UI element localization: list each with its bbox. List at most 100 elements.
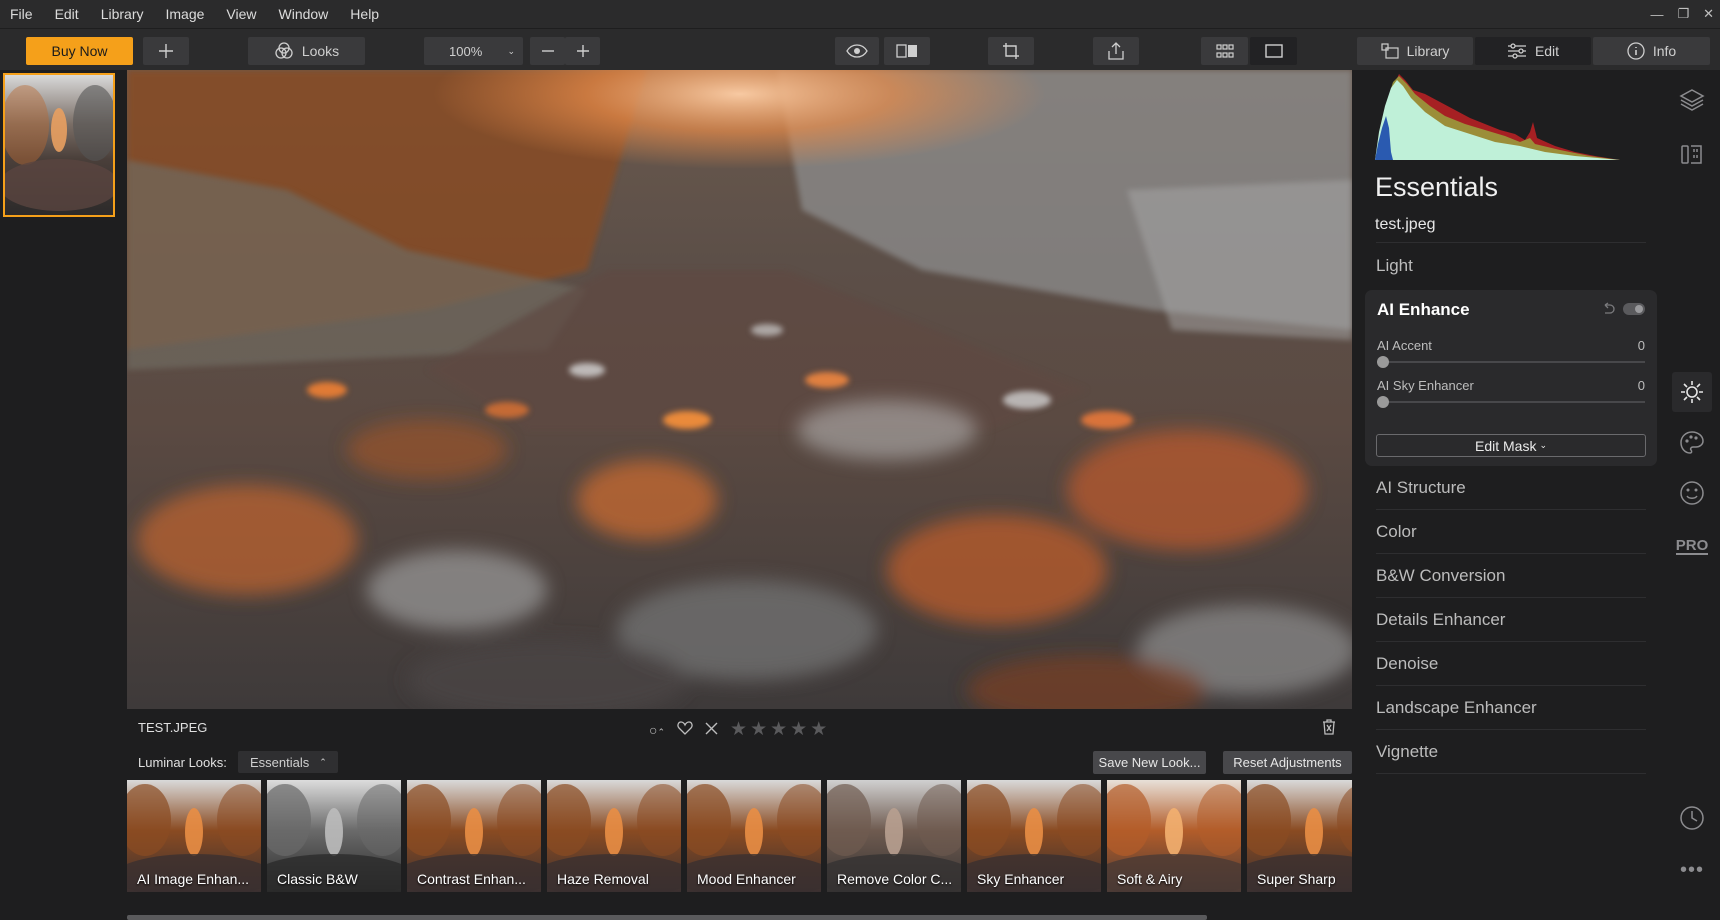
ai-enhance-title[interactable]: AI Enhance (1377, 300, 1470, 320)
looks-scrollbar[interactable] (127, 915, 1207, 920)
minus-icon (541, 50, 554, 52)
photo-canvas[interactable] (127, 70, 1352, 709)
star-icon[interactable]: ★ (810, 718, 827, 741)
preview-button[interactable] (835, 37, 879, 65)
plus-icon (159, 44, 173, 58)
looks-category-value: Essentials (250, 754, 310, 770)
tool-column: PRO ••• (1663, 70, 1720, 920)
look-name: Classic B&W (277, 871, 358, 887)
slider-label-ai-sky-enhancer: AI Sky Enhancer (1377, 378, 1474, 393)
section-landscape-enhancer[interactable]: Landscape Enhancer (1376, 686, 1646, 730)
menu-image[interactable]: Image (154, 6, 215, 22)
share-button[interactable] (1093, 37, 1139, 65)
look-name: Haze Removal (557, 871, 649, 887)
slider-ai-sky-enhancer[interactable] (1377, 401, 1645, 403)
slider-label-ai-accent: AI Accent (1377, 338, 1432, 353)
look-thumbnail[interactable]: Contrast Enhan... (407, 780, 541, 892)
toggle-switch[interactable] (1623, 303, 1645, 315)
look-thumbnail[interactable]: AI Image Enhan... (127, 780, 261, 892)
looks-bar-label: Luminar Looks: (138, 755, 227, 770)
star-icon[interactable]: ★ (730, 718, 747, 741)
plus-icon (576, 45, 589, 57)
compare-icon (896, 44, 917, 58)
history-tool[interactable] (1672, 798, 1712, 838)
save-new-look-button[interactable]: Save New Look... (1093, 751, 1206, 774)
essentials-tool[interactable] (1672, 372, 1712, 412)
pro-tool[interactable]: PRO (1672, 527, 1712, 567)
menu-edit[interactable]: Edit (44, 6, 90, 22)
restore-icon[interactable]: ❐ (1677, 6, 1689, 22)
star-icon[interactable]: ★ (790, 718, 807, 741)
layers-tool[interactable] (1672, 80, 1712, 120)
heart-icon[interactable] (677, 721, 693, 738)
reset-adjustments-button[interactable]: Reset Adjustments (1223, 751, 1352, 774)
color-label-icon[interactable]: ○⌃ (649, 722, 665, 738)
slider-knob-ai-sky-enhancer[interactable] (1377, 396, 1389, 408)
look-thumbnail[interactable]: Remove Color C... (827, 780, 961, 892)
chevron-down-icon: ⌄ (1539, 440, 1547, 450)
look-thumbnail[interactable]: Sky Enhancer (967, 780, 1101, 892)
reject-icon[interactable] (705, 722, 718, 738)
section-vignette[interactable]: Vignette (1376, 730, 1646, 774)
section-color[interactable]: Color (1376, 510, 1646, 554)
minimize-icon[interactable]: — (1650, 7, 1663, 22)
zoom-in-button[interactable] (565, 37, 600, 65)
portrait-tool[interactable] (1672, 473, 1712, 513)
looks-label: Looks (301, 43, 340, 59)
look-thumbnail[interactable]: Mood Enhancer (687, 780, 821, 892)
compare-button[interactable] (884, 37, 930, 65)
buy-now-button[interactable]: Buy Now (26, 37, 133, 65)
look-thumbnail[interactable]: Haze Removal (547, 780, 681, 892)
section-ai-structure[interactable]: AI Structure (1376, 466, 1646, 510)
look-thumbnail[interactable]: Soft & Airy (1107, 780, 1241, 892)
tab-library[interactable]: Library (1357, 37, 1473, 65)
sliders-icon (1507, 43, 1526, 59)
menu-file[interactable]: File (0, 6, 44, 22)
menu-help[interactable]: Help (339, 6, 390, 22)
close-icon[interactable]: ✕ (1703, 6, 1714, 22)
add-button[interactable] (143, 37, 189, 65)
tab-info[interactable]: Info (1593, 37, 1710, 65)
eye-icon (846, 44, 868, 58)
creative-tool[interactable] (1672, 423, 1712, 463)
look-thumbnail[interactable]: Super Sharp (1247, 780, 1352, 892)
edit-mask-label: Edit Mask (1474, 437, 1537, 454)
star-icon[interactable]: ★ (770, 718, 787, 741)
zoom-select[interactable]: 100% ⌄ (424, 37, 523, 65)
menu-view[interactable]: View (215, 6, 267, 22)
crop-button[interactable] (988, 37, 1034, 65)
zoom-out-button[interactable] (530, 37, 565, 65)
section-light[interactable]: Light (1376, 244, 1646, 288)
section-b-w-conversion[interactable]: B&W Conversion (1376, 554, 1646, 598)
filmstrip-thumbnail[interactable] (3, 73, 115, 217)
looks-bar: Luminar Looks: Essentials ⌃ Save New Loo… (127, 750, 1352, 776)
looks-icon (275, 42, 293, 59)
share-icon (1108, 42, 1124, 60)
slider-ai-accent[interactable] (1377, 361, 1645, 363)
section-denoise[interactable]: Denoise (1376, 642, 1646, 686)
single-view-button[interactable] (1250, 37, 1297, 65)
undo-icon[interactable] (1601, 302, 1615, 319)
chevron-up-icon: ⌃ (319, 756, 327, 767)
tab-edit[interactable]: Edit (1475, 37, 1591, 65)
filmstrip (0, 70, 116, 920)
look-thumbnail[interactable]: Classic B&W (267, 780, 401, 892)
more-tool[interactable]: ••• (1672, 850, 1712, 890)
toolbar: Buy Now Looks 100% ⌄ Library Edit Info (0, 28, 1720, 70)
slider-knob-ai-accent[interactable] (1377, 356, 1389, 368)
menu-library[interactable]: Library (90, 6, 155, 22)
edit-mask-button[interactable]: Edit Mask ⌄ (1376, 434, 1646, 457)
looks-button[interactable]: Looks (248, 37, 365, 65)
grid-view-button[interactable] (1201, 37, 1248, 65)
trash-icon[interactable] (1322, 719, 1336, 738)
zoom-value: 100% (449, 43, 483, 59)
panel-filename: test.jpeg (1375, 216, 1436, 233)
looks-category-select[interactable]: Essentials ⌃ (238, 751, 338, 773)
star-rating[interactable]: ★ ★ ★ ★ ★ (730, 718, 827, 741)
ai-enhance-card: AI Enhance AI Accent 0 AI Sky Enhancer 0… (1365, 290, 1657, 466)
star-icon[interactable]: ★ (750, 718, 767, 741)
tab-edit-label: Edit (1534, 43, 1560, 59)
canvas-tool[interactable] (1672, 133, 1712, 173)
menu-window[interactable]: Window (268, 6, 340, 22)
section-details-enhancer[interactable]: Details Enhancer (1376, 598, 1646, 642)
